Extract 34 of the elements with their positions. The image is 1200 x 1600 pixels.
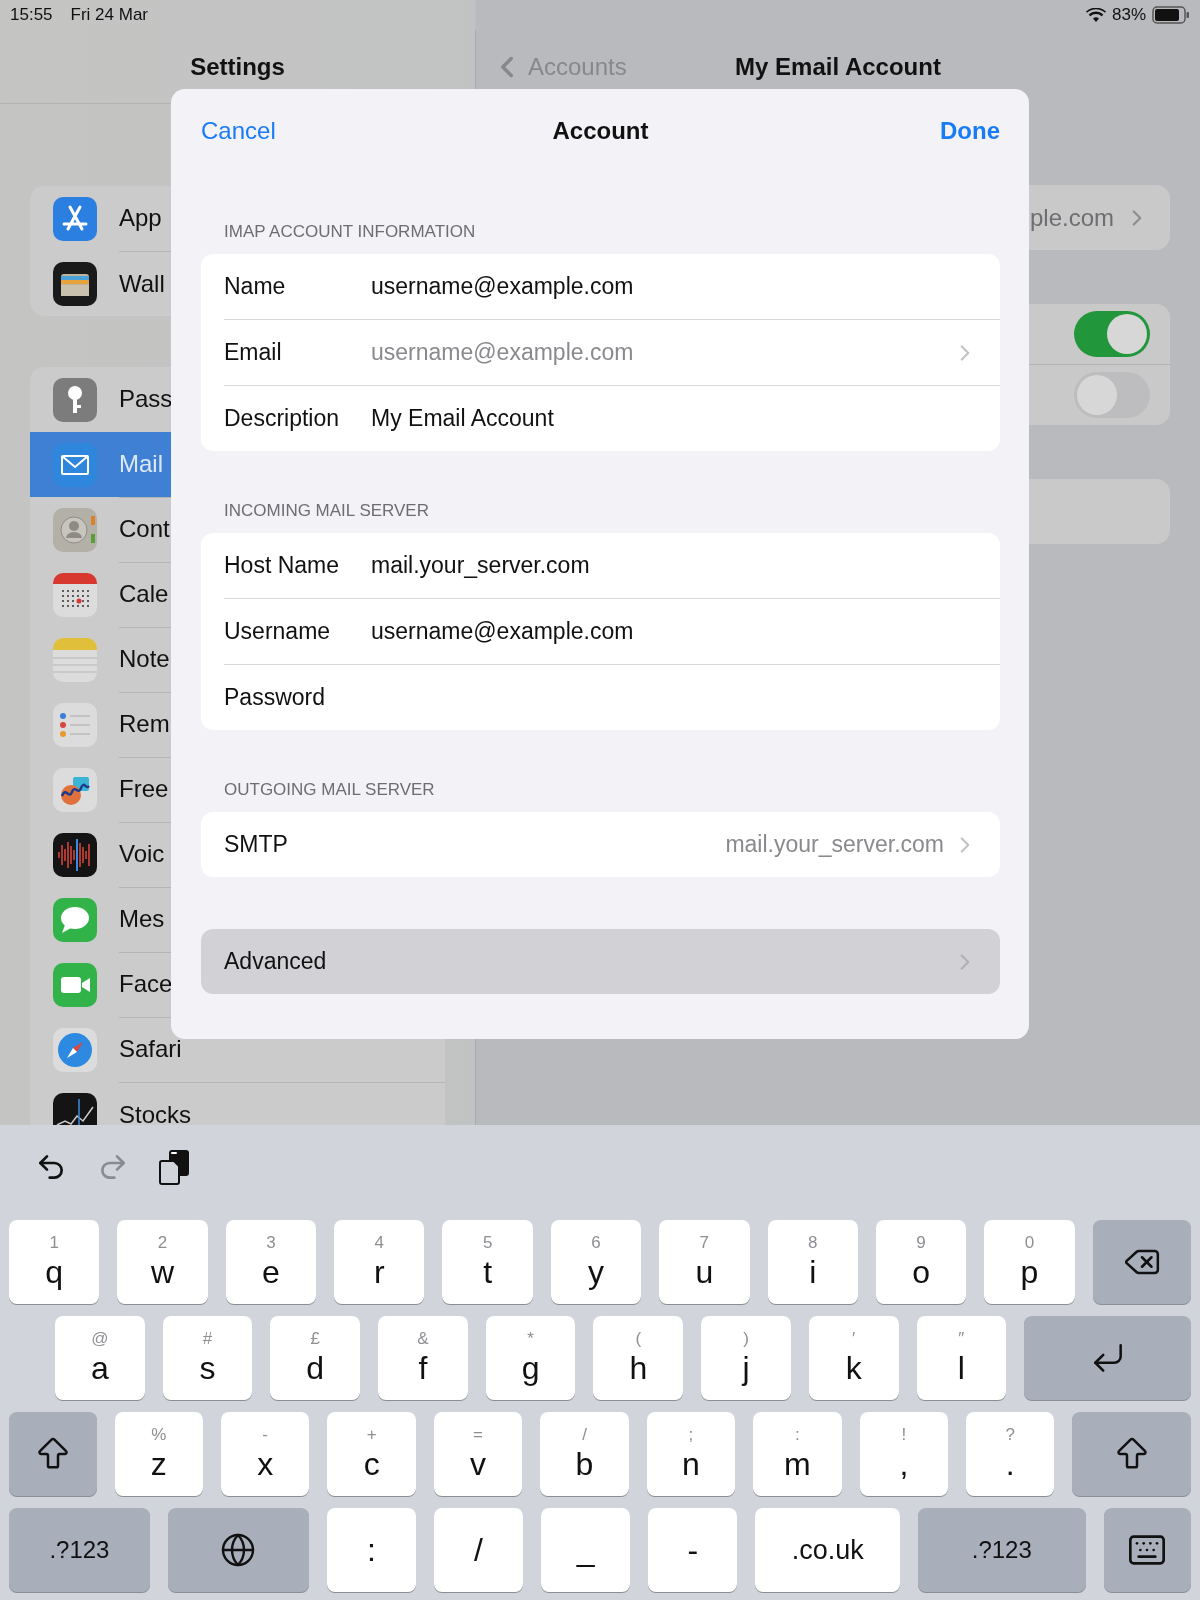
field-label: Username (224, 618, 332, 645)
field-label: Host Name (224, 552, 341, 579)
row-value: mail.your_server.com (725, 831, 944, 858)
sidebar-label: Mail (119, 450, 163, 478)
section-header: OUTGOING MAIL SERVER (224, 779, 436, 801)
section-header: INCOMING MAIL SERVER (224, 500, 430, 522)
sidebar-label: Safari (119, 1035, 182, 1063)
row-label: SMTP (224, 831, 288, 858)
field-label: Description (224, 405, 341, 432)
sidebar-label: Wall (119, 269, 165, 298)
field-label: Email (224, 339, 283, 366)
field-label: Name (224, 273, 287, 300)
sidebar-label: Free (119, 775, 169, 803)
sidebar-label: Mes (119, 905, 165, 933)
dialog-title: Account (552, 117, 649, 145)
sidebar-label: Note (119, 645, 170, 673)
section-header: IMAP ACCOUNT INFORMATION (224, 221, 477, 243)
sidebar-label: Voic (119, 840, 165, 868)
sidebar-label: Pass (119, 385, 173, 413)
page-title: My Email Account (735, 52, 941, 81)
row-label: Advanced (224, 948, 327, 975)
date: Fri 24 Mar (70, 5, 148, 25)
sidebar-label: Face (119, 970, 173, 998)
battery-level: 83% (1111, 5, 1146, 25)
sidebar-label: Cont (119, 515, 170, 543)
sidebar-label: Rem (119, 710, 170, 738)
field-label: Password (224, 684, 326, 711)
sidebar-label: Cale (119, 580, 169, 608)
sidebar-title: Settings (190, 52, 285, 81)
clock: 15:55 (10, 5, 53, 25)
sidebar-label: Stocks (119, 1100, 192, 1125)
field-value: username@example.com (371, 339, 635, 366)
sidebar-label: App (119, 204, 162, 232)
row-value: ple.com (1029, 203, 1114, 232)
